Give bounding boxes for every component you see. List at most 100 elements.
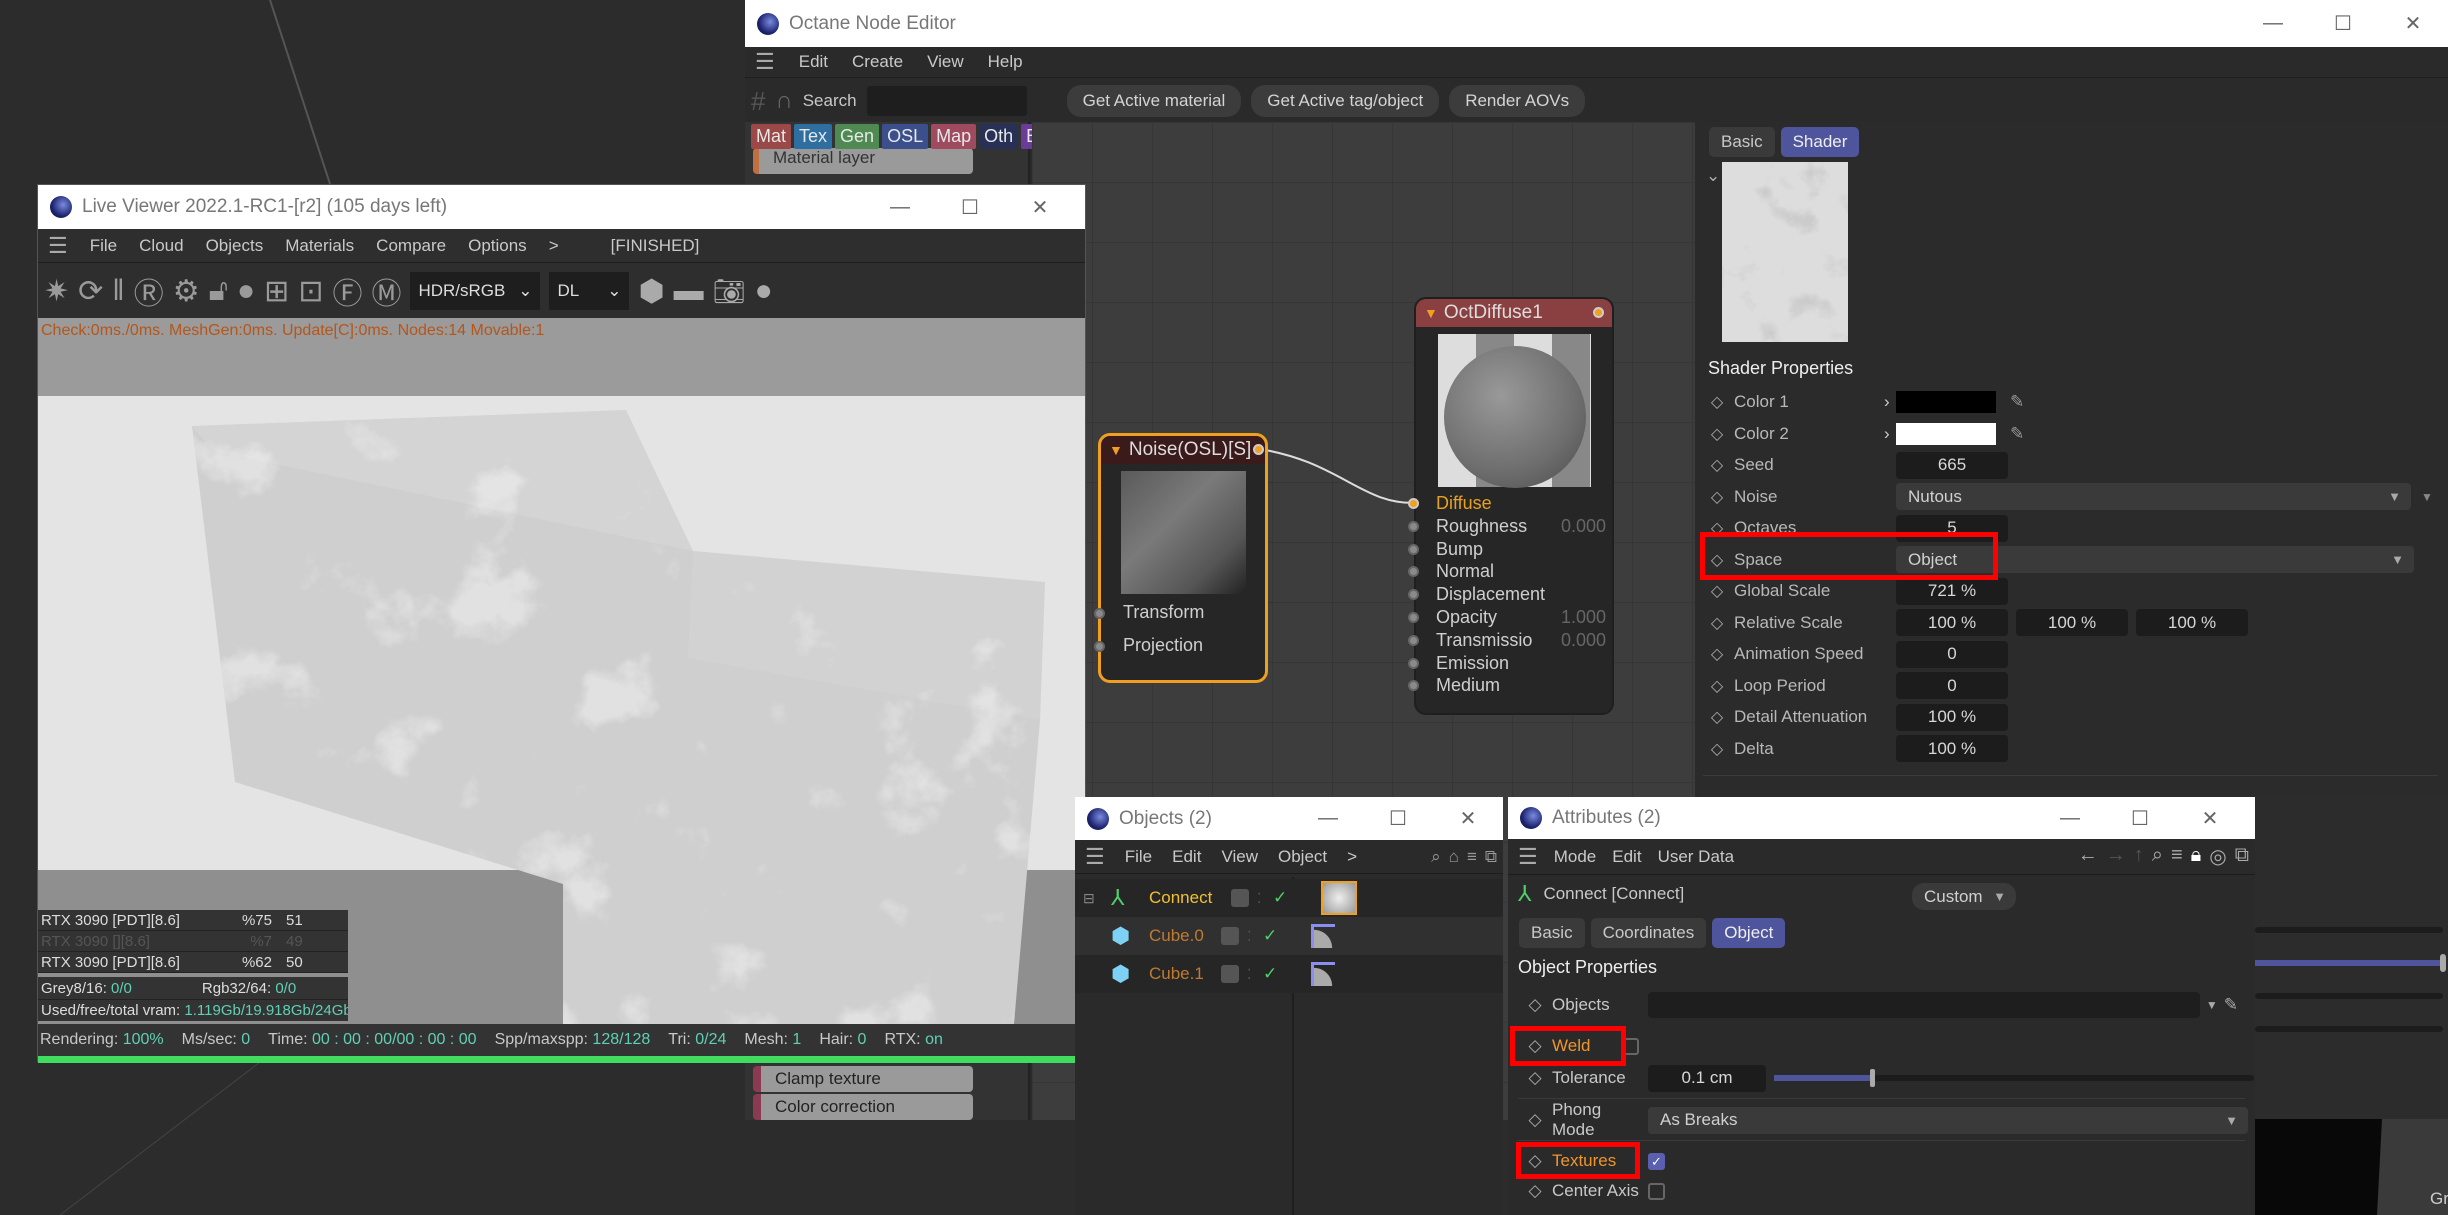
menu-more[interactable]: > [549,236,559,256]
keyframe-diamond-icon[interactable]: ◇ [1700,581,1734,601]
keyframe-diamond-icon[interactable]: ◇ [1700,644,1734,664]
input-port[interactable] [1408,566,1419,578]
color-swatch[interactable] [1896,422,1996,445]
object-row[interactable]: ⊟ ⅄ Connect ⁚ ✓ [1075,879,1503,917]
input-port[interactable] [1408,634,1419,646]
expand-chevron-icon[interactable]: › [1884,392,1896,412]
kernel-dropdown[interactable]: DL ⌄ [549,272,630,310]
keyframe-diamond-icon[interactable]: ◇ [1518,995,1552,1015]
focus-picker-icon[interactable]: Ⓕ [332,269,362,313]
output-port[interactable] [1593,307,1604,318]
collapse-triangle-icon[interactable]: ▼ [1109,442,1123,458]
minimize-icon[interactable]: — [1293,807,1363,830]
restart-render-icon[interactable]: ⟳ [78,274,103,309]
edit-toggle-icon[interactable] [1221,927,1239,945]
menu-mode[interactable]: Mode [1554,847,1597,867]
get-active-tag-object-button[interactable]: Get Active tag/object [1251,85,1440,117]
hexagon-icon[interactable]: ⬢ [638,274,664,309]
keyframe-diamond-icon[interactable]: ◇ [1700,392,1734,412]
category-tab-mat[interactable]: Mat [751,124,792,149]
keyframe-diamond-icon[interactable]: ◇ [1518,1068,1552,1088]
value-field[interactable]: 100 % [1896,735,2008,762]
value-field[interactable]: 100 % [2136,609,2248,636]
material-picker-icon[interactable]: Ⓜ [371,269,401,313]
unlock-icon[interactable]: 🔓︎ [209,274,228,308]
menu-file[interactable]: File [1125,847,1152,867]
close-icon[interactable]: ✕ [2378,11,2448,36]
eyedropper-icon[interactable]: ✎ [2224,995,2238,1015]
hamburger-menu-icon[interactable]: ☰ [1085,844,1105,870]
menu-user-data[interactable]: User Data [1658,847,1735,867]
category-tab-gen[interactable]: Gen [835,124,880,149]
tab-shader[interactable]: Shader [1780,127,1860,157]
enabled-check-icon[interactable]: ✓ [1263,926,1293,946]
search-icon[interactable]: ⌕ [2152,844,2163,869]
dropdown-arrow-icon[interactable]: ▼ [2206,998,2218,1012]
send-scene-icon[interactable]: ✷ [44,274,69,309]
keyframe-diamond-icon[interactable]: ◇ [1700,487,1734,507]
collapse-toggle-icon[interactable]: ⊟ [1083,890,1111,907]
keyframe-diamond-icon[interactable]: ◇ [1700,455,1734,475]
input-port[interactable] [1408,589,1419,601]
tab-coordinates[interactable]: Coordinates [1590,918,1707,948]
input-port[interactable] [1408,543,1419,555]
category-tab-map[interactable]: Map [931,124,977,149]
value-field[interactable]: 0 [1896,672,2008,699]
lock-icon[interactable]: 🔒︎ [2191,844,2202,869]
render-view[interactable]: Check:0ms./0ms. MeshGen:0ms. Update[C]:0… [38,318,1085,1024]
filter-icon[interactable]: ≡ [2171,844,2183,869]
render-aovs-button[interactable]: Render AOVs [1449,85,1586,117]
menu-edit[interactable]: Edit [799,52,828,72]
collapse-chevron-icon[interactable]: ⌄ [1706,166,1720,186]
phong-mode-dropdown[interactable]: As Breaks ▼ [1648,1106,2248,1134]
get-active-material-button[interactable]: Get Active material [1066,85,1242,117]
tab-basic[interactable]: Basic [1519,918,1585,948]
tolerance-field[interactable]: 0.1 cm [1648,1064,1766,1092]
keyframe-diamond-icon[interactable]: ◇ [1700,739,1734,759]
value-field[interactable]: 100 % [1896,609,2008,636]
maximize-icon[interactable]: ☐ [1363,806,1433,831]
phong-tag-icon[interactable] [1311,962,1335,986]
keyframe-diamond-icon[interactable]: ◇ [1700,707,1734,727]
filter-icon[interactable]: ≡ [1467,847,1477,867]
menu-cloud[interactable]: Cloud [139,236,183,256]
target-icon[interactable]: ◎ [2209,844,2226,869]
center-axis-checkbox[interactable] [1648,1182,1665,1200]
add-region-icon[interactable]: ⊞ [264,274,289,309]
menu-help[interactable]: Help [988,52,1023,72]
oct-diffuse-node[interactable]: ▼ OctDiffuse1 Diffuse Roughness 0.000 Bump… [1408,297,1614,715]
viewport-3d[interactable]: Gri [2255,1119,2448,1215]
back-arrow-icon[interactable]: ← [2078,844,2098,869]
tab-object[interactable]: Object [1712,918,1786,948]
output-port[interactable] [1253,444,1264,455]
node-list-item[interactable]: Material layer [753,148,973,174]
value-field[interactable]: 665 [1896,451,2008,479]
phong-tag-icon[interactable] [1311,924,1335,948]
new-window-icon[interactable]: ⧉ [1485,847,1497,867]
subtract-region-icon[interactable]: ⊡ [298,274,323,309]
input-port[interactable] [1094,641,1105,652]
enabled-check-icon[interactable]: ✓ [1263,964,1293,984]
menu-objects[interactable]: Objects [206,236,264,256]
menu-view[interactable]: View [1221,847,1258,867]
node-list-item[interactable]: Clamp texture [753,1066,973,1092]
dropdown[interactable]: Nutous ▼ [1896,483,2411,510]
textures-checkbox[interactable]: ✓ [1648,1152,1665,1170]
menu-edit[interactable]: Edit [1172,847,1201,867]
colorspace-dropdown[interactable]: HDR/sRGB ⌄ [410,272,541,310]
expand-chevron-icon[interactable]: › [1884,424,1896,444]
keyframe-diamond-icon[interactable]: ◇ [1518,1110,1552,1130]
maximize-icon[interactable]: ☐ [935,195,1005,220]
magnet-icon[interactable]: ∩ [775,87,792,115]
menu-options[interactable]: Options [468,236,527,256]
color-swatch[interactable] [1896,391,1996,413]
hamburger-menu-icon[interactable]: ☰ [48,233,68,259]
close-icon[interactable]: ✕ [1433,806,1503,831]
grid-snap-icon[interactable]: # [751,86,765,117]
value-field[interactable]: 721 % [1896,577,2008,605]
pause-icon[interactable]: ‖ [112,274,124,308]
material-sphere-icon[interactable]: ● [237,274,255,308]
visibility-dots-icon[interactable]: ⁚ [1247,966,1263,983]
rectangle-icon[interactable]: ▬ [674,274,704,308]
search-input[interactable] [866,86,1027,116]
